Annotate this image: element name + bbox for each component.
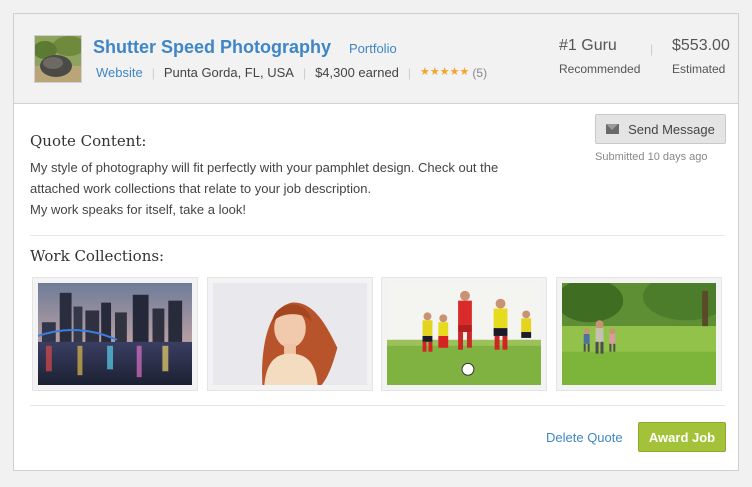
delete-quote-link[interactable]: Delete Quote <box>546 430 623 445</box>
portfolio-link[interactable]: Portfolio <box>349 41 397 56</box>
meta-separator: | <box>302 65 307 80</box>
send-message-button[interactable]: Send Message <box>595 114 726 144</box>
provider-header: Shutter Speed Photography Portfolio Webs… <box>14 14 738 104</box>
provider-location: Punta Gorda, FL, USA <box>163 65 294 80</box>
quote-line: My style of photography will fit perfect… <box>30 160 499 175</box>
rank-label: Recommended <box>559 62 641 76</box>
quote-line: My work speaks for itself, take a look! <box>30 202 247 217</box>
quote-content-heading: Quote Content: <box>30 132 147 150</box>
meta-separator: | <box>151 65 155 80</box>
star-icon: ★ <box>439 66 450 78</box>
rating-stars: ★ ★ ★ ★ ★ (5) <box>420 66 487 80</box>
provider-earned: $4,300 earned <box>315 65 399 80</box>
work-item-city-skyline[interactable] <box>32 277 198 391</box>
star-icon: ★ <box>449 66 460 78</box>
price-stat: $553.00 Estimated <box>672 37 730 76</box>
star-icon: ★ <box>459 66 470 78</box>
provider-name-link[interactable]: Shutter Speed Photography <box>93 37 331 58</box>
work-item-portrait[interactable] <box>207 277 373 391</box>
rank-value: #1 Guru <box>559 37 617 54</box>
work-collections-heading: Work Collections: <box>30 247 165 265</box>
award-job-button[interactable]: Award Job <box>638 422 726 452</box>
provider-avatar[interactable] <box>34 35 82 83</box>
star-icon: ★ <box>420 66 430 78</box>
quote-card: Shutter Speed Photography Portfolio Webs… <box>13 13 739 471</box>
price-value: $553.00 <box>672 37 730 54</box>
work-item-soccer[interactable] <box>381 277 547 391</box>
website-link[interactable]: Website <box>96 65 143 80</box>
meta-separator: | <box>407 65 412 80</box>
provider-meta: Website | Punta Gorda, FL, USA | $4,300 … <box>96 65 487 80</box>
send-message-label: Send Message <box>628 121 715 137</box>
price-label: Estimated <box>672 62 726 76</box>
work-item-park[interactable] <box>556 277 722 391</box>
quote-line: attached work collections that relate to… <box>30 181 372 196</box>
divider <box>30 405 725 406</box>
submitted-time: Submitted 10 days ago <box>595 151 708 163</box>
stat-separator: | <box>650 42 654 56</box>
quote-text: My style of photography will fit perfect… <box>30 157 550 220</box>
divider <box>30 235 725 236</box>
rank-stat: #1 Guru Recommended <box>559 37 640 76</box>
envelope-icon <box>606 124 620 134</box>
rating-count: (5) <box>472 65 488 80</box>
star-icon: ★ <box>429 66 440 78</box>
